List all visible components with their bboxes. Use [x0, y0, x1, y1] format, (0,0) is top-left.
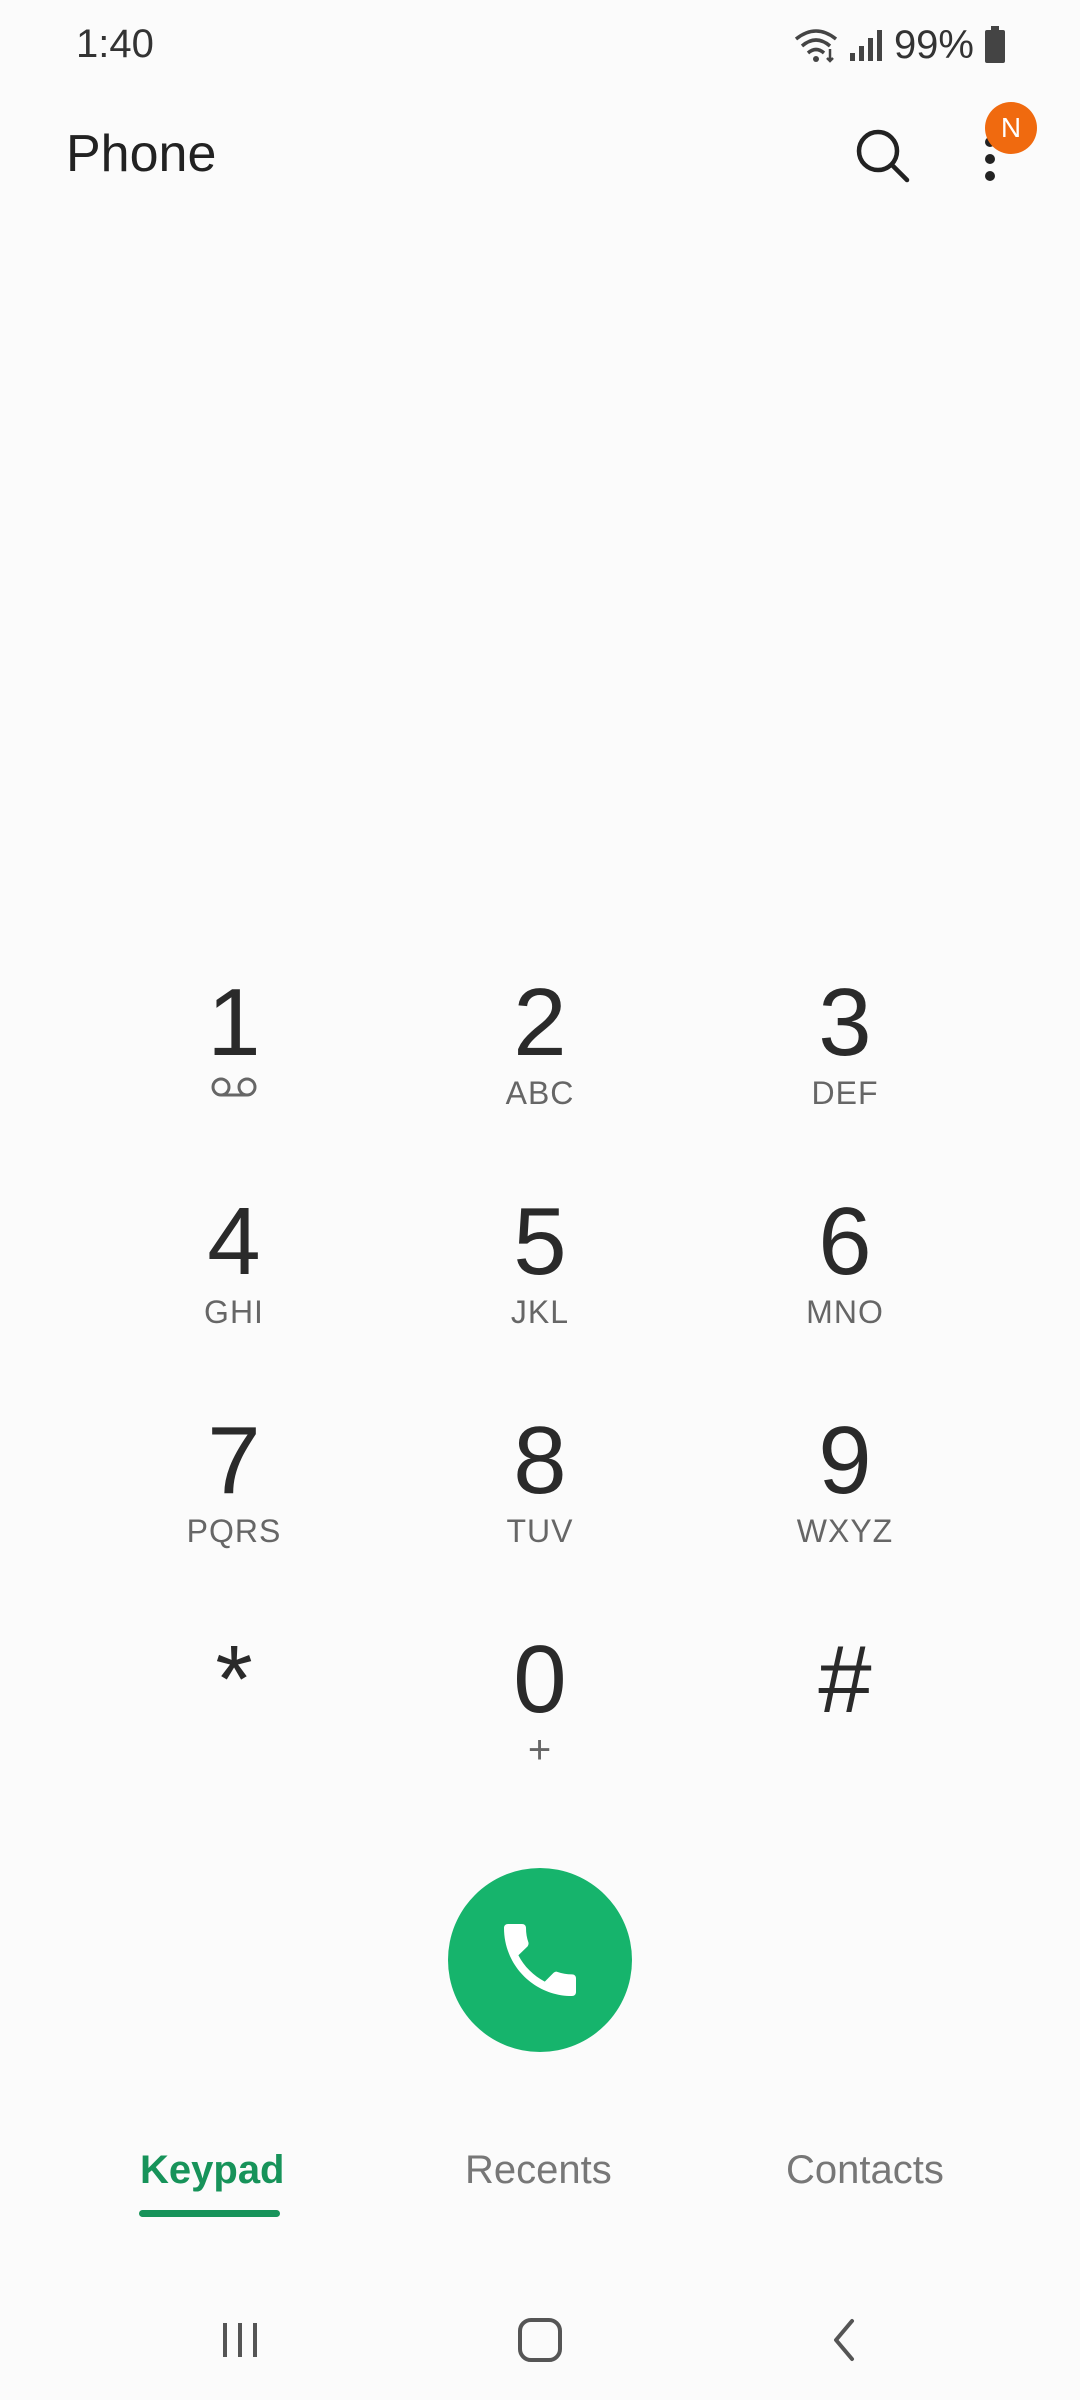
key-letters: DEF	[811, 1075, 879, 1111]
key-letters: JKL	[510, 1294, 570, 1330]
key-0[interactable]: 0 +	[415, 1632, 665, 1812]
key-letters: PQRS	[186, 1513, 282, 1549]
key-3[interactable]: 3 DEF	[720, 975, 970, 1155]
key-1[interactable]: 1	[109, 975, 359, 1155]
battery-percentage: 99%	[893, 22, 974, 67]
key-digit: 3	[818, 969, 872, 1076]
status-indicators: 99%	[794, 20, 1006, 70]
home-icon	[518, 2318, 562, 2362]
key-digit: #	[818, 1626, 872, 1733]
key-digit: 0	[513, 1626, 567, 1733]
key-letters: +	[527, 1728, 553, 1772]
tab-keypad[interactable]: Keypad	[140, 2148, 285, 2193]
tab-recents[interactable]: Recents	[465, 2148, 612, 2193]
search-button[interactable]	[845, 118, 921, 194]
home-button[interactable]	[490, 2300, 590, 2380]
tab-contacts[interactable]: Contacts	[786, 2148, 944, 2193]
key-6[interactable]: 6 MNO	[720, 1194, 970, 1374]
back-button[interactable]	[795, 2300, 895, 2380]
call-button[interactable]	[448, 1868, 632, 2052]
key-digit: 7	[207, 1407, 261, 1514]
wifi-icon	[794, 27, 838, 63]
battery-icon	[984, 26, 1006, 64]
key-5[interactable]: 5 JKL	[415, 1194, 665, 1374]
recent-apps-icon	[223, 2323, 257, 2357]
phone-icon	[504, 1924, 576, 1996]
back-icon	[834, 2319, 854, 2361]
key-4[interactable]: 4 GHI	[109, 1194, 359, 1374]
key-9[interactable]: 9 WXYZ	[720, 1413, 970, 1593]
key-digit: 6	[818, 1188, 872, 1295]
signal-icon	[848, 27, 884, 63]
key-digit: 8	[513, 1407, 567, 1514]
voicemail-icon	[209, 1075, 259, 1104]
notification-badge: N	[985, 102, 1037, 154]
key-digit: 5	[513, 1188, 567, 1295]
recent-apps-button[interactable]	[190, 2300, 290, 2380]
key-letters: WXYZ	[796, 1513, 894, 1549]
key-letters: TUV	[506, 1513, 574, 1549]
status-time: 1:40	[76, 22, 154, 66]
page-title: Phone	[66, 125, 217, 183]
key-digit: *	[215, 1626, 253, 1733]
key-digit: 9	[818, 1407, 872, 1514]
status-bar: 1:40 99%	[0, 0, 1080, 90]
key-2[interactable]: 2 ABC	[415, 975, 665, 1155]
key-hash[interactable]: #	[720, 1632, 970, 1812]
key-star[interactable]: *	[109, 1632, 359, 1812]
active-tab-indicator	[139, 2210, 280, 2217]
key-letters: ABC	[505, 1075, 575, 1111]
key-8[interactable]: 8 TUV	[415, 1413, 665, 1593]
key-digit: 1	[207, 969, 261, 1076]
key-letters: GHI	[204, 1294, 264, 1330]
phone-screen: 1:40 99% Phone N 1 2 ABC 3 DEF 4 GHI 5 J…	[0, 0, 1080, 2400]
key-letters: MNO	[806, 1294, 884, 1330]
search-icon	[856, 129, 910, 183]
key-digit: 4	[207, 1188, 261, 1295]
key-digit: 2	[513, 969, 567, 1076]
key-7[interactable]: 7 PQRS	[109, 1413, 359, 1593]
